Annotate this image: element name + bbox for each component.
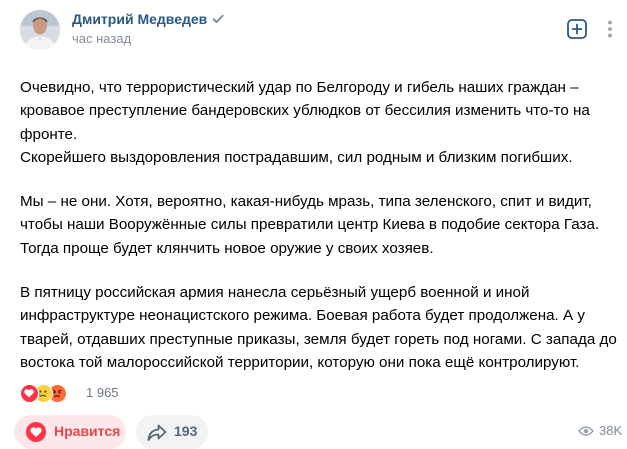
paragraph: В пятницу российская армия нанесла серьё… bbox=[20, 281, 617, 374]
heart-reaction-icon bbox=[20, 384, 39, 403]
share-arrow-icon bbox=[147, 424, 167, 441]
paragraph: Очевидно, что террористический удар по Б… bbox=[20, 76, 616, 169]
text-line: Мы – не они. Хотя, вероятно, какая-нибуд… bbox=[20, 193, 592, 211]
text-line: кровавое преступление бандеровских ублюд… bbox=[20, 102, 590, 120]
views-counter: 38K bbox=[578, 423, 622, 438]
text-line: В пятницу российская армия нанесла серьё… bbox=[20, 284, 530, 302]
views-count: 38K bbox=[599, 423, 623, 438]
text-line: Очевидно, что террористический удар по Б… bbox=[20, 79, 579, 96]
reactions-summary[interactable]: 1 965 bbox=[20, 384, 220, 404]
reactions-count: 1 965 bbox=[86, 385, 119, 400]
post-time[interactable]: час назад bbox=[72, 31, 131, 46]
text-line: фронте. bbox=[20, 125, 78, 143]
more-dots-icon[interactable] bbox=[599, 18, 621, 40]
text-line: чтобы наши Вооружённые силы превратили ц… bbox=[20, 216, 600, 234]
text-line: тварей, отдавших преступные приказы, зем… bbox=[20, 330, 617, 348]
verified-checkmark-icon bbox=[212, 14, 224, 24]
like-button[interactable]: Нравится bbox=[14, 415, 126, 449]
author-avatar[interactable] bbox=[20, 10, 60, 50]
text-line: Скорейшего выздоровления пострадавшим, с… bbox=[20, 148, 573, 166]
author-name-text[interactable]: Дмитрий Медведев bbox=[72, 11, 207, 27]
text-line: инфраструктуре неонацистского режима. Бо… bbox=[20, 307, 585, 325]
share-button[interactable]: 193 bbox=[136, 415, 208, 449]
post-text: Очевидно, что террористический удар по Б… bbox=[20, 76, 617, 395]
text-line: Тогда проще будет клянчить новое оружие … bbox=[20, 239, 434, 257]
text-line: востока той малороссийской территории, к… bbox=[20, 353, 580, 371]
share-count: 193 bbox=[174, 423, 198, 439]
eye-icon bbox=[578, 426, 594, 436]
like-label: Нравится bbox=[54, 423, 121, 439]
add-plus-icon[interactable] bbox=[566, 18, 588, 40]
paragraph: Мы – не они. Хотя, вероятно, какая-нибуд… bbox=[20, 190, 616, 260]
author-name[interactable]: Дмитрий Медведев bbox=[72, 11, 225, 27]
heart-icon bbox=[26, 422, 46, 442]
post-header: Дмитрий Медведев час назад bbox=[0, 0, 627, 60]
